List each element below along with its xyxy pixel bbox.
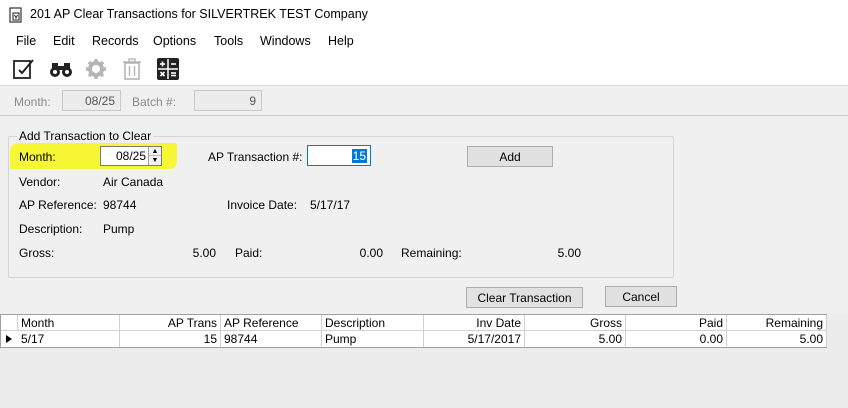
- vendor-value: Air Canada: [103, 175, 164, 189]
- cell-gross[interactable]: 5.00: [525, 331, 626, 347]
- month-label: Month:: [19, 150, 56, 164]
- paid-value: 0.00: [359, 246, 383, 260]
- cell-description[interactable]: Pump: [322, 331, 424, 347]
- header-month-label: Month:: [14, 95, 51, 109]
- edit-document-icon[interactable]: [12, 57, 36, 81]
- month-spinner-value: 08/25: [115, 149, 146, 163]
- trash-icon[interactable]: [120, 57, 144, 81]
- col-header-gross[interactable]: Gross: [525, 315, 626, 331]
- invoice-date-value: 5/17/17: [310, 198, 351, 212]
- batch-header: Month: 08/25 Batch #: 9: [0, 86, 848, 116]
- window-title: 201 AP Clear Transactions for SILVERTREK…: [30, 7, 368, 21]
- binoculars-icon[interactable]: [49, 57, 73, 81]
- gear-icon[interactable]: [84, 57, 108, 81]
- month-spinner[interactable]: 08/25 ▲ ▼: [100, 146, 162, 166]
- calculator-icon[interactable]: [156, 57, 180, 81]
- col-header-description[interactable]: Description: [322, 315, 424, 331]
- description-label: Description:: [19, 222, 83, 236]
- cell-ap-reference[interactable]: 98744: [221, 331, 322, 347]
- spin-down-icon[interactable]: ▼: [149, 156, 161, 165]
- clear-transaction-button[interactable]: Clear Transaction: [466, 287, 583, 308]
- menu-tools[interactable]: Tools: [214, 34, 243, 48]
- spinner-buttons: ▲ ▼: [148, 147, 161, 165]
- menu-windows[interactable]: Windows: [260, 34, 311, 48]
- invoice-date-label: Invoice Date:: [227, 198, 298, 212]
- gross-value: 5.00: [192, 246, 216, 260]
- ap-reference-value: 98744: [103, 198, 137, 212]
- col-header-ap-trans[interactable]: AP Trans: [120, 315, 221, 331]
- header-month-field: 08/25: [62, 90, 121, 111]
- spin-up-icon[interactable]: ▲: [149, 147, 161, 156]
- col-header-ap-reference[interactable]: AP Reference: [221, 315, 322, 331]
- ap-reference-label: AP Reference:: [19, 198, 97, 212]
- remaining-value: 5.00: [557, 246, 581, 260]
- menu-help[interactable]: Help: [328, 34, 354, 48]
- cell-month[interactable]: 5/17: [18, 331, 120, 347]
- header-batch-field: 9: [194, 90, 262, 111]
- toolbar: [0, 52, 848, 86]
- gross-label: Gross:: [19, 246, 55, 260]
- cell-ap-trans[interactable]: 15: [120, 331, 221, 347]
- menu-edit[interactable]: Edit: [53, 34, 75, 48]
- title-bar: 201 AP Clear Transactions for SILVERTREK…: [0, 0, 848, 30]
- ap-transaction-input[interactable]: 15: [307, 145, 371, 166]
- col-header-remaining[interactable]: Remaining: [727, 315, 827, 331]
- current-row-indicator-icon: [1, 331, 18, 347]
- app-icon: [9, 7, 22, 23]
- menu-options[interactable]: Options: [153, 34, 196, 48]
- transactions-grid: Month AP Trans AP Reference Description …: [0, 314, 848, 408]
- ap-transaction-label: AP Transaction #:: [208, 150, 303, 164]
- cell-inv-date[interactable]: 5/17/2017: [424, 331, 525, 347]
- menu-bar: File Edit Records Options Tools Windows …: [0, 30, 848, 52]
- description-value: Pump: [103, 222, 135, 236]
- add-button[interactable]: Add: [467, 146, 553, 167]
- row-header-corner: [1, 315, 18, 331]
- cell-remaining[interactable]: 5.00: [727, 331, 827, 347]
- vendor-label: Vendor:: [19, 175, 61, 189]
- group-title: Add Transaction to Clear: [17, 129, 154, 143]
- grid-table: Month AP Trans AP Reference Description …: [0, 314, 827, 348]
- header-batch-label: Batch #:: [132, 95, 177, 109]
- remaining-label: Remaining:: [401, 246, 462, 260]
- col-header-paid[interactable]: Paid: [626, 315, 727, 331]
- cell-paid[interactable]: 0.00: [626, 331, 727, 347]
- paid-label: Paid:: [235, 246, 263, 260]
- col-header-month[interactable]: Month: [18, 315, 120, 331]
- ap-transaction-value: 15: [351, 149, 367, 163]
- col-header-inv-date[interactable]: Inv Date: [424, 315, 525, 331]
- menu-file[interactable]: File: [16, 34, 36, 48]
- cancel-button[interactable]: Cancel: [605, 286, 677, 307]
- menu-records[interactable]: Records: [92, 34, 139, 48]
